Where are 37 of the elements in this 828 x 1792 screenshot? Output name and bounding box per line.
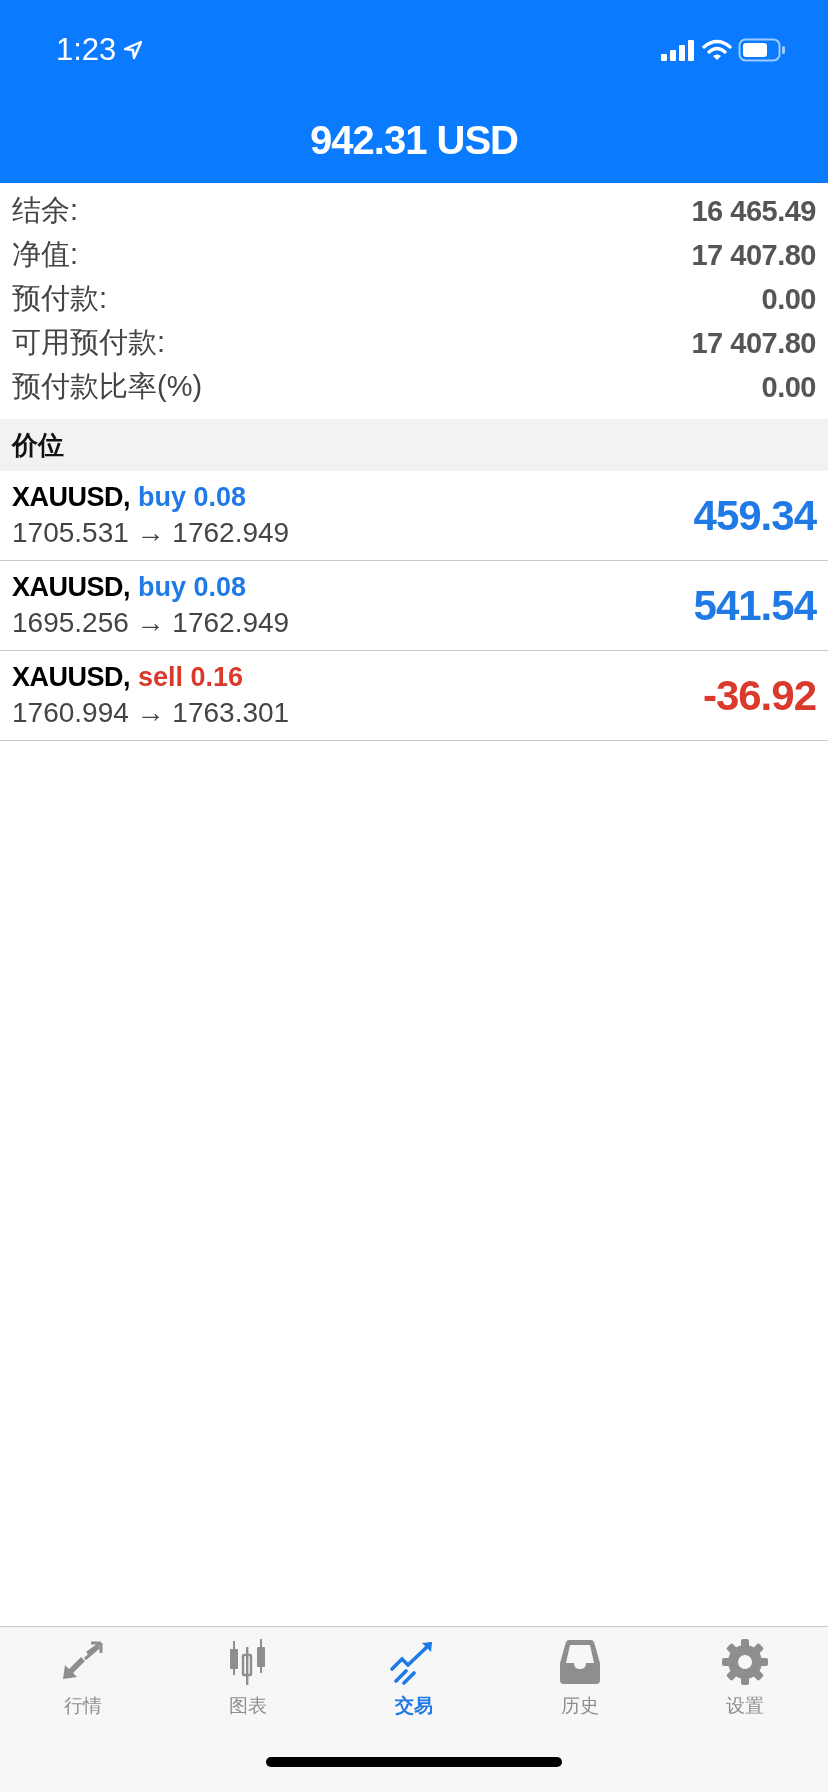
summary-label: 预付款: bbox=[12, 281, 108, 316]
summary-value: 16 465.49 bbox=[691, 194, 816, 228]
tab-item[interactable]: 交易 bbox=[378, 1639, 450, 1719]
wifi-icon bbox=[702, 39, 732, 61]
position-symbol: XAUUSD, bbox=[12, 572, 130, 603]
position-row[interactable]: XAUUSD, sell 0.16 1760.994 → 1763.301 -36.92 bbox=[0, 651, 828, 741]
tab-item[interactable]: 图表 bbox=[212, 1639, 285, 1719]
summary-value: 0.00 bbox=[761, 370, 816, 404]
summary-value: 17 407.80 bbox=[691, 326, 816, 360]
tab-item[interactable]: 行情 bbox=[46, 1639, 119, 1719]
price-range: 1695.256 → 1762.949 bbox=[12, 607, 290, 639]
position-row[interactable]: XAUUSD, buy 0.08 1705.531 → 1762.949 459.34 bbox=[0, 471, 828, 561]
tab-item[interactable]: 设置 bbox=[709, 1639, 782, 1719]
summary-label: 结余: bbox=[12, 193, 79, 228]
price-range: 1760.994 → 1763.301 bbox=[12, 697, 290, 729]
position-profit: 459.34 bbox=[693, 491, 816, 540]
location-icon bbox=[122, 39, 145, 61]
order-type: buy 0.08 bbox=[138, 572, 247, 603]
summary-label: 预付款比率(%) bbox=[12, 369, 203, 404]
summary-value: 0.00 bbox=[761, 282, 816, 316]
position-row[interactable]: XAUUSD, buy 0.08 1695.256 → 1762.949 541.54 bbox=[0, 561, 828, 651]
battery-icon bbox=[738, 38, 786, 62]
section-header: 价位 bbox=[0, 419, 828, 471]
balance-title: 942.31 USD bbox=[310, 118, 518, 163]
signal-icon bbox=[660, 39, 696, 61]
summary-label: 可用预付款: bbox=[12, 325, 166, 360]
price-range: 1705.531 → 1762.949 bbox=[12, 517, 290, 549]
position-profit: -36.92 bbox=[702, 671, 816, 720]
position-symbol: XAUUSD, bbox=[12, 482, 130, 513]
position-symbol: XAUUSD, bbox=[12, 662, 130, 693]
summary-label: 净值: bbox=[12, 237, 79, 272]
status-time: 1:23 bbox=[56, 32, 117, 68]
order-type: buy 0.08 bbox=[138, 482, 247, 513]
tab-item[interactable]: 历史 bbox=[543, 1639, 616, 1719]
summary-value: 17 407.80 bbox=[691, 238, 816, 272]
position-profit: 541.54 bbox=[693, 581, 816, 630]
order-type: sell 0.16 bbox=[138, 662, 244, 693]
